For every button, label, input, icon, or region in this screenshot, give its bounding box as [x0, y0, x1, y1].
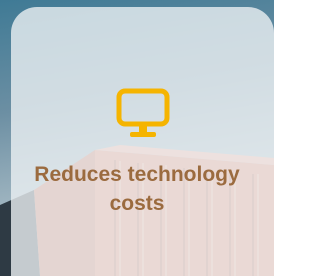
feature-tile: Reduces technology costs: [0, 0, 274, 276]
monitor-icon: [113, 87, 173, 145]
feature-title: Reduces technology costs: [34, 163, 240, 215]
feature-card: [11, 7, 274, 276]
